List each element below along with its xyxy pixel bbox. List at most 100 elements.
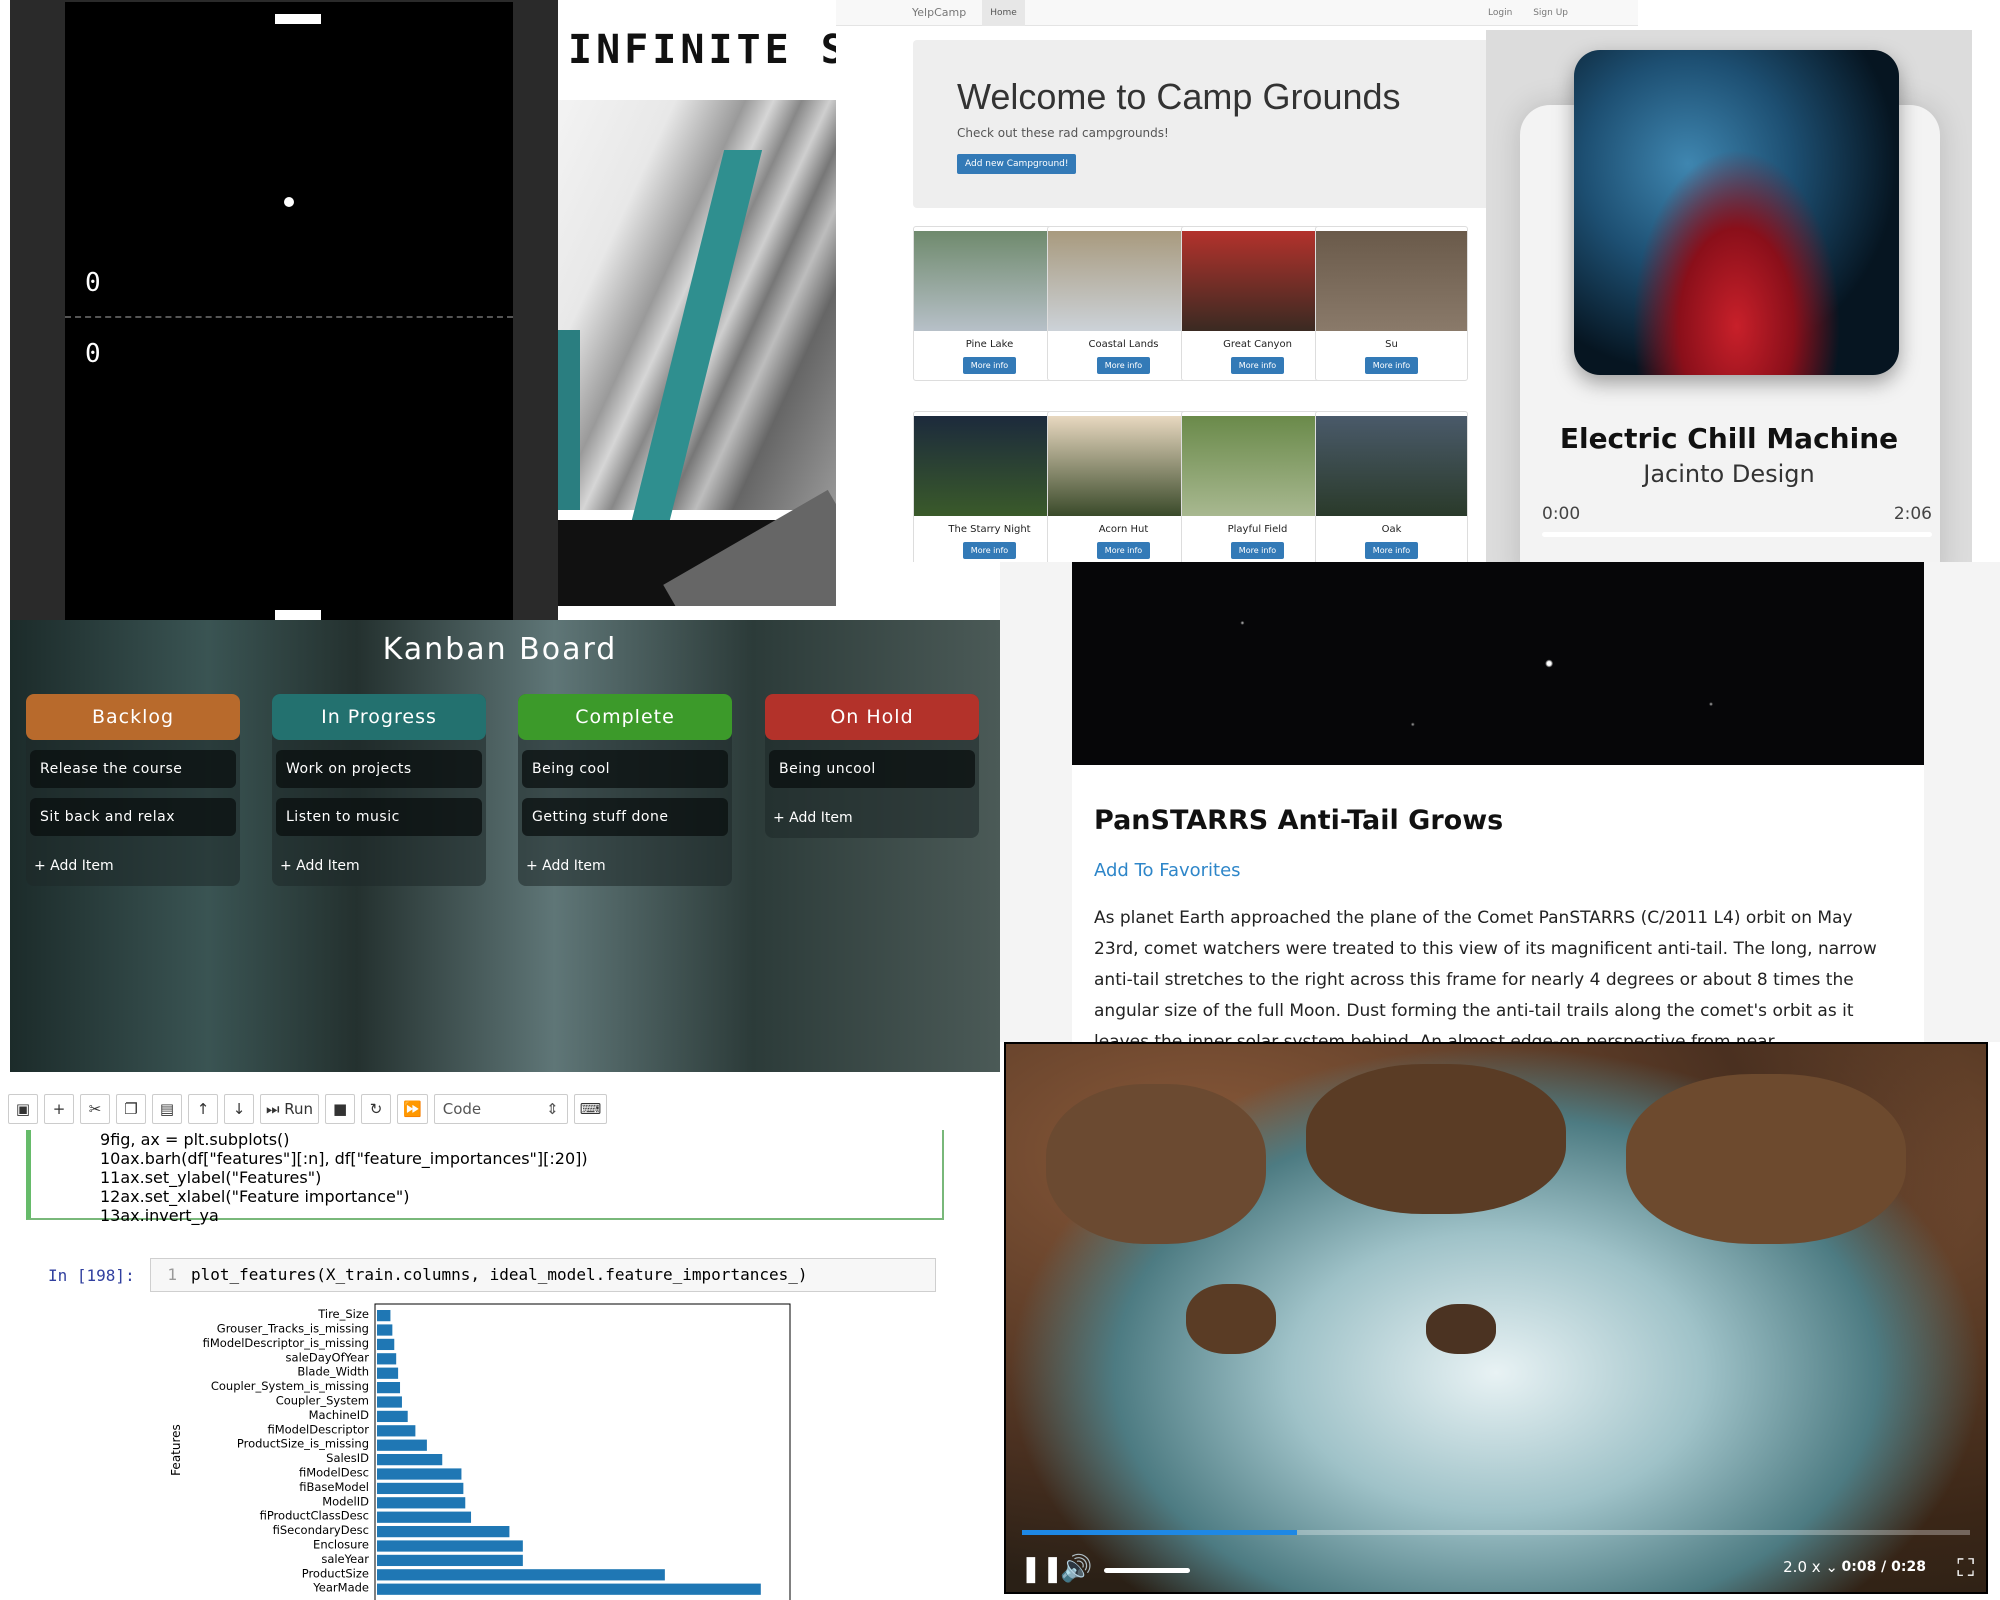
kanban-item[interactable]: Release the course xyxy=(30,750,236,788)
progress-bar[interactable] xyxy=(1542,532,1932,537)
column-header: In Progress xyxy=(272,694,486,740)
insert-cell-button[interactable]: + xyxy=(44,1094,74,1124)
tick-label: saleYear xyxy=(321,1552,369,1566)
campground-name: Coastal Lands xyxy=(1088,339,1159,350)
pong-ball xyxy=(284,197,294,207)
more-info-button[interactable]: More info xyxy=(1096,542,1151,559)
move-up-button[interactable]: ↑ xyxy=(188,1094,218,1124)
kanban-item[interactable]: Getting stuff done xyxy=(522,798,728,836)
volume-icon[interactable]: 🔊 xyxy=(1060,1554,1092,1584)
campground-name: Su xyxy=(1385,339,1398,350)
arrow-up-icon: ↑ xyxy=(196,1100,210,1118)
kanban-item[interactable]: Listen to music xyxy=(276,798,482,836)
campground-name: Oak xyxy=(1381,524,1402,535)
campground-card: Su More info xyxy=(1315,226,1468,381)
playback-speed[interactable]: 2.0 x ⌄ xyxy=(1783,1558,1838,1576)
run-all-button[interactable]: ⏩ xyxy=(397,1094,428,1124)
cut-button[interactable]: ✂ xyxy=(80,1094,110,1124)
laptop-photo xyxy=(558,489,836,606)
add-item-button[interactable]: + Add Item xyxy=(518,846,732,886)
article-body: As planet Earth approached the plane of … xyxy=(1094,908,1877,1042)
stop-button[interactable]: ■ xyxy=(325,1094,356,1124)
code-line: 11ax.set_ylabel("Features") xyxy=(100,1168,588,1187)
more-info-button[interactable]: More info xyxy=(1230,542,1285,559)
video-frame[interactable] xyxy=(1006,1044,1986,1592)
kanban-item[interactable]: Being cool xyxy=(522,750,728,788)
more-info-button[interactable]: More info xyxy=(962,357,1017,374)
more-info-button[interactable]: More info xyxy=(1364,542,1419,559)
rock xyxy=(1626,1074,1906,1244)
volume-slider[interactable] xyxy=(1104,1568,1190,1573)
run-label: Run xyxy=(284,1100,314,1118)
more-info-button[interactable]: More info xyxy=(1096,357,1151,374)
bar xyxy=(377,1540,523,1552)
bar xyxy=(377,1353,397,1365)
tick-label: fiBaseModel xyxy=(299,1480,369,1494)
add-item-button[interactable]: + Add Item xyxy=(26,846,240,886)
video-progress-fill xyxy=(1022,1530,1297,1535)
score-top: 0 xyxy=(85,268,101,298)
bar xyxy=(377,1511,472,1523)
restart-icon: ↻ xyxy=(369,1100,383,1118)
run-button[interactable]: ⏭ Run xyxy=(260,1094,320,1124)
brand-link[interactable]: YelpCamp xyxy=(912,6,966,19)
kanban-item[interactable]: Sit back and relax xyxy=(30,798,236,836)
bar xyxy=(377,1324,393,1336)
kanban-board: Kanban Board Backlog Release the course Si… xyxy=(10,620,1000,1072)
music-player: Electric Chill Machine Jacinto Design 0:… xyxy=(1486,30,1972,562)
article-title: PanSTARRS Anti-Tail Grows xyxy=(1094,805,1504,836)
teal-beam-2 xyxy=(558,330,580,510)
command-palette-button[interactable]: ⌨ xyxy=(573,1094,608,1124)
cell-type-value: Code xyxy=(442,1100,482,1118)
input-cell[interactable]: 1 plot_features(X_train.columns, ideal_mo… xyxy=(150,1258,936,1292)
scissors-icon: ✂ xyxy=(88,1100,102,1118)
line-number: 10 xyxy=(100,1149,121,1168)
kanban-column: In Progress Work on projects Listen to mus… xyxy=(272,694,486,886)
add-to-favorites-link[interactable]: Add To Favorites xyxy=(1094,860,1902,881)
more-info-button[interactable]: More info xyxy=(1364,357,1419,374)
kanban-column: On Hold Being uncool + Add Item xyxy=(765,694,979,838)
tick-label: saleDayOfYear xyxy=(286,1350,370,1364)
pause-icon[interactable]: ❚❚ xyxy=(1020,1554,1064,1584)
video-progress-bar[interactable] xyxy=(1022,1530,1970,1535)
restart-button[interactable]: ↻ xyxy=(361,1094,392,1124)
column-header: Complete xyxy=(518,694,732,740)
kanban-item[interactable]: Being uncool xyxy=(769,750,975,788)
video-time: 0:08 / 0:28 xyxy=(1841,1559,1926,1575)
duration: 2:06 xyxy=(1893,504,1932,524)
campground-name: Great Canyon xyxy=(1223,339,1292,350)
login-link[interactable]: Login xyxy=(1488,8,1512,18)
code-line: 12ax.set_xlabel("Feature importance") xyxy=(100,1187,588,1206)
tick-label: Grouser_Tracks_is_missing xyxy=(217,1321,369,1335)
tick-label: MachineID xyxy=(309,1408,370,1422)
notebook-toolbar: ▣ + ✂ ❐ ▤ ↑ ↓ ⏭ Run ■ ↻ ⏩ Code ⇕ ⌨ xyxy=(8,1094,608,1126)
save-icon: ▣ xyxy=(15,1100,31,1118)
bar xyxy=(377,1454,443,1466)
tick-label: ProductSize xyxy=(302,1566,369,1580)
campground-photo xyxy=(1316,231,1467,331)
copy-icon: ❐ xyxy=(124,1100,138,1118)
code-text: ax.invert_ya xyxy=(120,1206,219,1225)
add-item-button[interactable]: + Add Item xyxy=(765,798,979,838)
rock xyxy=(1426,1304,1496,1354)
more-info-button[interactable]: More info xyxy=(1230,357,1285,374)
save-button[interactable]: ▣ xyxy=(8,1094,38,1124)
more-info-button[interactable]: More info xyxy=(962,542,1017,559)
code-editor[interactable]: 9fig, ax = plt.subplots() 10ax.barh(df["f… xyxy=(100,1130,588,1225)
signup-link[interactable]: Sign Up xyxy=(1533,8,1568,18)
cell-type-select[interactable]: Code ⇕ xyxy=(433,1094,568,1124)
add-item-button[interactable]: + Add Item xyxy=(272,846,486,886)
nav-right: Login Sign Up xyxy=(1470,8,1568,18)
tick-label: Blade_Width xyxy=(297,1365,369,1379)
nav-home-link[interactable]: Home xyxy=(982,0,1025,26)
bar xyxy=(377,1425,416,1437)
fullscreen-icon[interactable]: ⛶ xyxy=(1957,1554,1974,1582)
bar xyxy=(377,1526,510,1538)
bar xyxy=(377,1396,402,1408)
paste-button[interactable]: ▤ xyxy=(152,1094,182,1124)
kanban-item[interactable]: Work on projects xyxy=(276,750,482,788)
input-prompt: In [198]: xyxy=(48,1266,135,1285)
copy-button[interactable]: ❐ xyxy=(116,1094,146,1124)
add-campground-button[interactable]: Add new Campground! xyxy=(957,154,1077,174)
move-down-button[interactable]: ↓ xyxy=(224,1094,254,1124)
